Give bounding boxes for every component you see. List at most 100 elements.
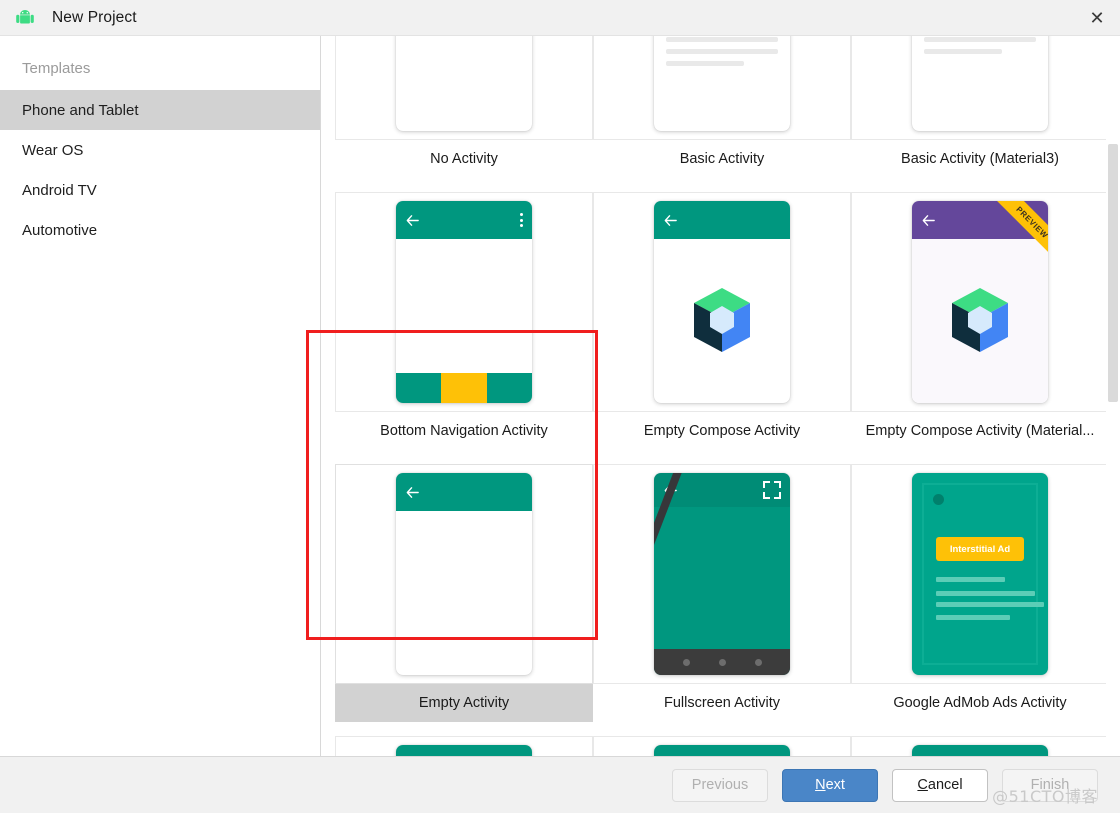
content-lines [666, 36, 778, 66]
sidebar-item-label: Android TV [22, 181, 97, 199]
phone-mock-bottom-nav [396, 201, 532, 403]
dialog-body: Templates Phone and Tablet Wear OS Andro… [0, 36, 1120, 756]
back-arrow-icon [406, 486, 419, 498]
admob-card: Interstitial Ad [922, 483, 1044, 665]
jetpack-compose-logo-icon [694, 288, 750, 352]
next-button[interactable]: Next [782, 768, 878, 802]
title-bar: New Project ✕ [0, 0, 1120, 36]
app-bar [396, 201, 532, 239]
template-card-label: Bottom Navigation Activity [380, 423, 548, 439]
phone-mock-fullscreen [654, 473, 790, 675]
template-card-fullscreen-activity[interactable]: Fullscreen Activity [593, 450, 851, 722]
sidebar-item-label: Automotive [22, 221, 98, 239]
close-icon[interactable]: ✕ [1074, 0, 1120, 36]
content-lines [924, 36, 1036, 54]
template-card-empty-activity[interactable]: Empty Activity [335, 450, 593, 722]
template-thumbnail [593, 192, 851, 412]
template-card-no-activity[interactable]: No Activity [335, 36, 593, 178]
sidebar-item-label: Wear OS [22, 141, 84, 159]
nav-dot [682, 658, 690, 666]
finish-button[interactable]: Finish [1002, 768, 1098, 802]
back-arrow-icon [664, 214, 677, 226]
fullscreen-expand-icon[interactable] [763, 481, 781, 499]
interstitial-ad-badge: Interstitial Ad [936, 537, 1024, 561]
previous-button[interactable]: Previous [672, 768, 768, 802]
category-sidebar: Templates Phone and Tablet Wear OS Andro… [0, 36, 321, 756]
nav-dot [754, 658, 762, 666]
app-bar [396, 473, 532, 511]
sidebar-item-phone-and-tablet[interactable]: Phone and Tablet [0, 90, 320, 130]
dialog-footer: Previous Next Cancel Finish @51CTO博客 [0, 756, 1120, 813]
template-card-label: Google AdMob Ads Activity [893, 695, 1067, 711]
template-thumbnail: PREVIEW [851, 192, 1109, 412]
template-card-label: Basic Activity (Material3) [901, 151, 1059, 167]
bottom-navigation-bar [396, 373, 532, 403]
next-label-rest: ext [825, 777, 845, 793]
sidebar-item-label: Phone and Tablet [22, 101, 139, 119]
phone-mock-form [912, 745, 1048, 756]
template-thumbnail [335, 736, 593, 756]
bottom-nav-item-active[interactable] [441, 373, 487, 403]
back-arrow-icon [922, 214, 935, 226]
cancel-accel-letter: C [917, 777, 928, 793]
compose-logo-area [912, 239, 1048, 403]
gallery-scrollbar-thumb[interactable] [1108, 144, 1118, 402]
template-card-label: Basic Activity [679, 151, 765, 167]
content-line [936, 602, 1044, 607]
phone-mock-content-fab: ★ [654, 745, 790, 756]
template-card-empty-compose-activity[interactable]: Empty Compose Activity [593, 178, 851, 450]
template-card-empty-compose-activity-material3[interactable]: PREVIEW Empty Compose Activity (Material… [851, 178, 1109, 450]
nav-dot [718, 658, 726, 666]
template-card-bottom-navigation-activity[interactable]: Bottom Navigation Activity [335, 178, 593, 450]
back-arrow-icon [406, 214, 419, 226]
next-accel-letter: N [815, 777, 826, 793]
android-robot-icon [12, 5, 38, 31]
template-thumbnail: Interstitial Ad [851, 464, 1109, 684]
overflow-menu-icon[interactable] [520, 213, 523, 227]
sidebar-item-android-tv[interactable]: Android TV [0, 170, 320, 210]
bottom-nav-item[interactable] [396, 373, 442, 403]
template-card-login-activity[interactable]: ★ Login Activity [593, 722, 851, 756]
template-card-google-maps-activity[interactable]: Google Maps Activity [335, 722, 593, 756]
cancel-label-rest: ancel [927, 777, 963, 793]
phone-mock-admob: Interstitial Ad [912, 473, 1048, 675]
content-line [936, 591, 1035, 596]
content-line [936, 615, 1010, 620]
template-card-navigation-drawer-activity[interactable]: Navigation Drawer Activity [851, 722, 1109, 756]
gallery-scrollbar-track[interactable] [1106, 36, 1120, 756]
bottom-nav-item[interactable] [486, 373, 532, 403]
template-card-label: Fullscreen Activity [663, 695, 781, 711]
phone-mock-empty [396, 473, 532, 675]
compose-logo-area [654, 239, 790, 403]
new-project-dialog: New Project ✕ Templates Phone and Tablet… [0, 0, 1120, 813]
template-thumbnail [593, 464, 851, 684]
template-card-label: No Activity [430, 151, 498, 167]
template-thumbnail: ★ [593, 736, 851, 756]
app-bar [396, 745, 532, 756]
template-gallery: No Activity ★ [321, 36, 1120, 756]
template-card-basic-activity[interactable]: ★ Basic Activity [593, 36, 851, 178]
phone-mock-basic-m3 [912, 36, 1048, 131]
template-card-label: Empty Activity [335, 684, 593, 722]
template-card-label: Empty Compose Activity [643, 423, 801, 439]
phone-mock-blank [396, 36, 532, 131]
template-card-google-admob-ads-activity[interactable]: Interstitial Ad Google AdMob Ads Activit… [851, 450, 1109, 722]
sidebar-item-wear-os[interactable]: Wear OS [0, 130, 320, 170]
content-line [936, 577, 1006, 582]
app-bar [654, 201, 790, 239]
template-thumbnail [851, 736, 1109, 756]
phone-mock-compose-m3: PREVIEW [912, 201, 1048, 403]
cancel-button[interactable]: Cancel [892, 768, 988, 802]
sidebar-item-automotive[interactable]: Automotive [0, 210, 320, 250]
template-thumbnail [335, 464, 593, 684]
app-bar [912, 201, 1048, 239]
template-thumbnail: ★ [593, 36, 851, 140]
phone-mock-compose [654, 201, 790, 403]
avatar-dot-icon [933, 494, 944, 505]
template-card-basic-activity-m3[interactable]: Basic Activity (Material3) [851, 36, 1109, 178]
admob-surface: Interstitial Ad [919, 480, 1044, 668]
jetpack-compose-logo-icon [952, 288, 1008, 352]
phone-mock-basic: ★ [654, 36, 790, 131]
app-bar [912, 745, 1048, 756]
template-card-label: Empty Compose Activity (Material... [865, 423, 1095, 439]
